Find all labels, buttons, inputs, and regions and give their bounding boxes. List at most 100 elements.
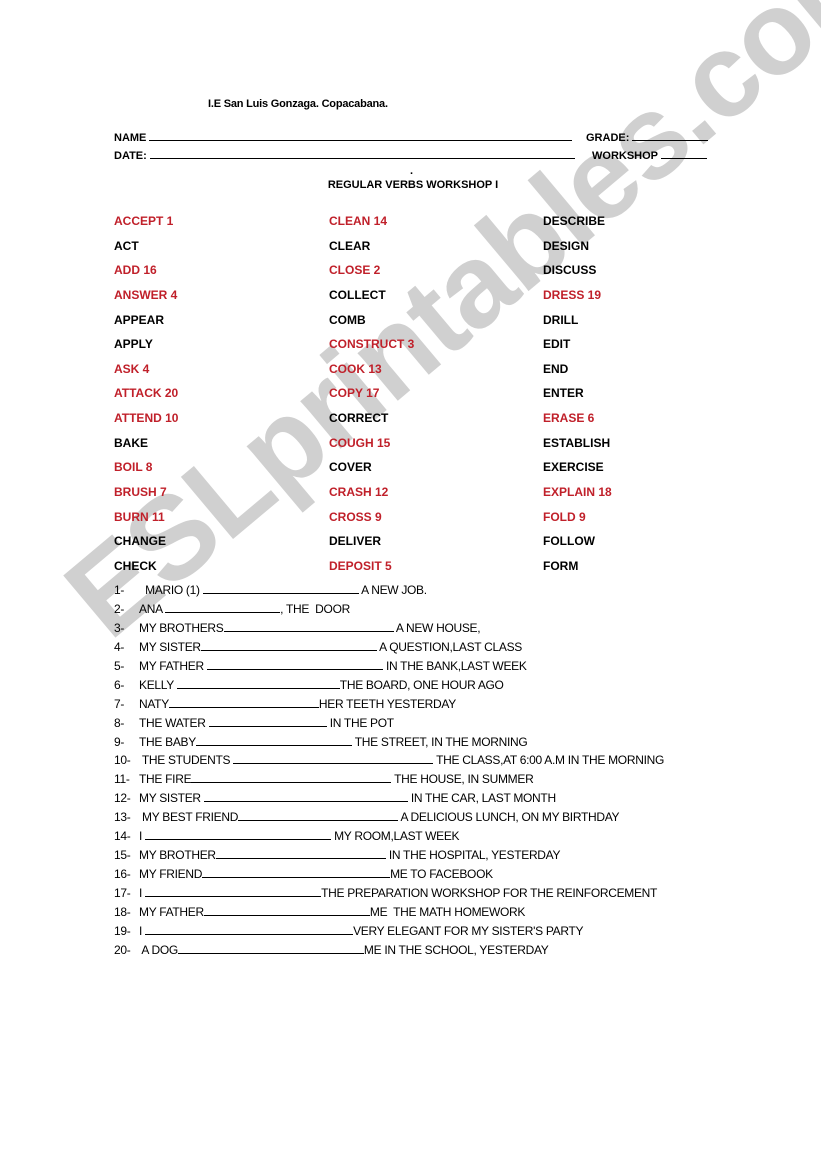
sentence-subject: MY FRIEND: [139, 867, 203, 882]
verb-item: ACT: [114, 238, 139, 253]
verb-item: DESIGN: [543, 238, 590, 253]
date-field[interactable]: DATE:: [114, 148, 575, 162]
verb-item: DEPOSIT 5: [329, 558, 392, 573]
verb-item: ACCEPT 1: [114, 214, 174, 228]
sentence-ending: , THE DOOR: [280, 601, 350, 616]
verb-item: BRUSH 7: [114, 485, 167, 500]
sentence-ending: THE PREPARATION WORKSHOP FOR THE REINFOR…: [321, 886, 658, 900]
answer-blank[interactable]: [215, 846, 386, 860]
sentence-number: 16-: [114, 867, 131, 882]
verb-item: CHANGE: [114, 534, 167, 549]
sentence-ending: ME IN THE SCHOOL, YESTERDAY: [363, 942, 549, 957]
sentence-row: 14- I MY ROOM,LAST WEEK: [114, 827, 714, 846]
sentence-number: 12-: [114, 791, 131, 806]
worksheet-page: ESLprintables.com I.E San Luis Gonzaga. …: [0, 0, 821, 1169]
verb-item: COUGH 15: [329, 435, 391, 450]
sentence-ending: THE BOARD, ONE HOUR AGO: [339, 677, 504, 692]
answer-blank[interactable]: [206, 657, 383, 670]
grade-field[interactable]: GRADE:: [586, 130, 709, 144]
answer-blank[interactable]: [168, 695, 319, 708]
sentence-row: 4- MY SISTER A QUESTION,LAST CLASS: [114, 638, 714, 657]
workshop-blank[interactable]: [660, 148, 707, 159]
sentence-ending: THE CLASS,AT 6:00 A.M IN THE MORNING: [433, 753, 665, 768]
grade-label: GRADE:: [586, 132, 630, 144]
verb-item: END: [543, 361, 569, 376]
sentence-ending: IN THE BANK,LAST WEEK: [382, 658, 527, 673]
sentence-ending: THE HOUSE, IN SUMMER: [391, 772, 534, 787]
verb-column-2: CLEAN 14 CLEAR CLOSE 2 COLLECT COMB CONSTRUCT…: [329, 213, 529, 583]
workshop-label: WORKSHOP: [592, 150, 658, 162]
answer-blank[interactable]: [200, 638, 377, 651]
school-name: I.E San Luis Gonzaga. Copacabana.: [208, 98, 388, 110]
sentence-subject: MY BROTHERS: [139, 620, 224, 635]
sentence-number: 20-: [114, 942, 131, 957]
answer-blank[interactable]: [195, 733, 352, 746]
sentence-row: 17- I THE PREPARATION WORKSHOP FOR THE RE…: [114, 884, 714, 903]
answer-blank[interactable]: [177, 941, 364, 954]
answer-blank[interactable]: [145, 884, 322, 897]
sentence-subject: MY SISTER: [139, 639, 201, 654]
sentence-ending: IN THE POT: [326, 715, 394, 730]
verb-item: ESTABLISH: [543, 435, 611, 450]
sentence-subject: MY SISTER: [139, 791, 204, 806]
sentence-subject: MY FATHER: [139, 904, 204, 919]
verb-item: DESCRIBE: [543, 214, 606, 228]
sentence-number: 15-: [114, 848, 131, 863]
sentence-number: 10-: [114, 753, 131, 768]
name-label: NAME: [114, 132, 147, 144]
sentence-subject: ANA: [139, 601, 166, 616]
name-field[interactable]: NAME: [114, 130, 573, 144]
sentence-ending: IN THE CAR, LAST MONTH: [407, 791, 556, 806]
answer-blank[interactable]: [145, 827, 332, 841]
verb-item: ANSWER 4: [114, 287, 178, 302]
verb-column-1: ACCEPT 1 ACT ADD 16 ANSWER 4 APPEAR APPLY ASK …: [114, 213, 314, 583]
sentence-subject: MY BEST FRIEND: [139, 810, 239, 825]
workshop-field[interactable]: WORKSHOP: [592, 148, 707, 162]
answer-blank[interactable]: [191, 770, 392, 784]
sentence-row: 10- THE STUDENTS THE CLASS,AT 6:00 A.M I…: [114, 751, 714, 770]
answer-blank[interactable]: [165, 600, 281, 613]
sentence-number: 19-: [114, 923, 131, 938]
sentence-subject: THE STUDENTS: [139, 753, 234, 768]
verb-item: ATTEND 10: [114, 411, 179, 426]
sentence-row: 7- NATY HER TEETH YESTERDAY: [114, 695, 714, 714]
sentence-subject: THE FIRE: [139, 772, 192, 787]
date-blank[interactable]: [149, 148, 575, 159]
verb-item: EDIT: [543, 337, 571, 352]
answer-blank[interactable]: [202, 865, 391, 879]
sentence-subject: MY BROTHER: [139, 848, 216, 863]
sentence-row: 18- MY FATHER ME THE MATH HOMEWORK: [114, 903, 714, 922]
sentence-ending: A NEW JOB.: [358, 583, 427, 597]
answer-blank[interactable]: [176, 676, 340, 689]
sentence-ending: A DELICIOUS LUNCH, ON MY BIRTHDAY: [398, 810, 620, 825]
verb-item: BURN 11: [114, 509, 165, 524]
answer-blank[interactable]: [145, 922, 354, 935]
grade-blank[interactable]: [632, 130, 709, 141]
answer-blank[interactable]: [203, 903, 370, 916]
verb-item: COMB: [329, 312, 366, 327]
answer-blank[interactable]: [203, 789, 408, 803]
sentence-subject: THE WATER: [139, 715, 209, 730]
sentence-subject: A DOG: [139, 942, 178, 957]
sentence-number: 5-: [114, 658, 125, 673]
name-blank[interactable]: [149, 130, 573, 141]
verb-item: DISCUSS: [543, 263, 597, 278]
answer-blank[interactable]: [223, 619, 394, 632]
sentence-row: 6- KELLY THE BOARD, ONE HOUR AGO: [114, 676, 714, 695]
sentence-number: 1-: [114, 583, 125, 597]
sentence-row: 16- MY FRIEND ME TO FACEBOOK: [114, 865, 714, 884]
date-label: DATE:: [114, 150, 147, 162]
sentence-row: 20- A DOG ME IN THE SCHOOL, YESTERDAY: [114, 941, 714, 960]
verb-item: EXERCISE: [543, 460, 604, 475]
answer-blank[interactable]: [233, 751, 434, 765]
answer-blank[interactable]: [208, 714, 327, 727]
answer-blank[interactable]: [202, 581, 359, 594]
answer-blank[interactable]: [238, 808, 399, 822]
sentence-number: 2-: [114, 601, 125, 616]
sentence-row: 1- MARIO (1) A NEW JOB.: [114, 581, 714, 600]
sentence-row: 12- MY SISTER IN THE CAR, LAST MONTH: [114, 789, 714, 808]
verb-item: APPEAR: [114, 312, 165, 327]
sentence-number: 9-: [114, 734, 125, 749]
sentence-number: 4-: [114, 639, 125, 654]
sentence-number: 14-: [114, 829, 131, 844]
